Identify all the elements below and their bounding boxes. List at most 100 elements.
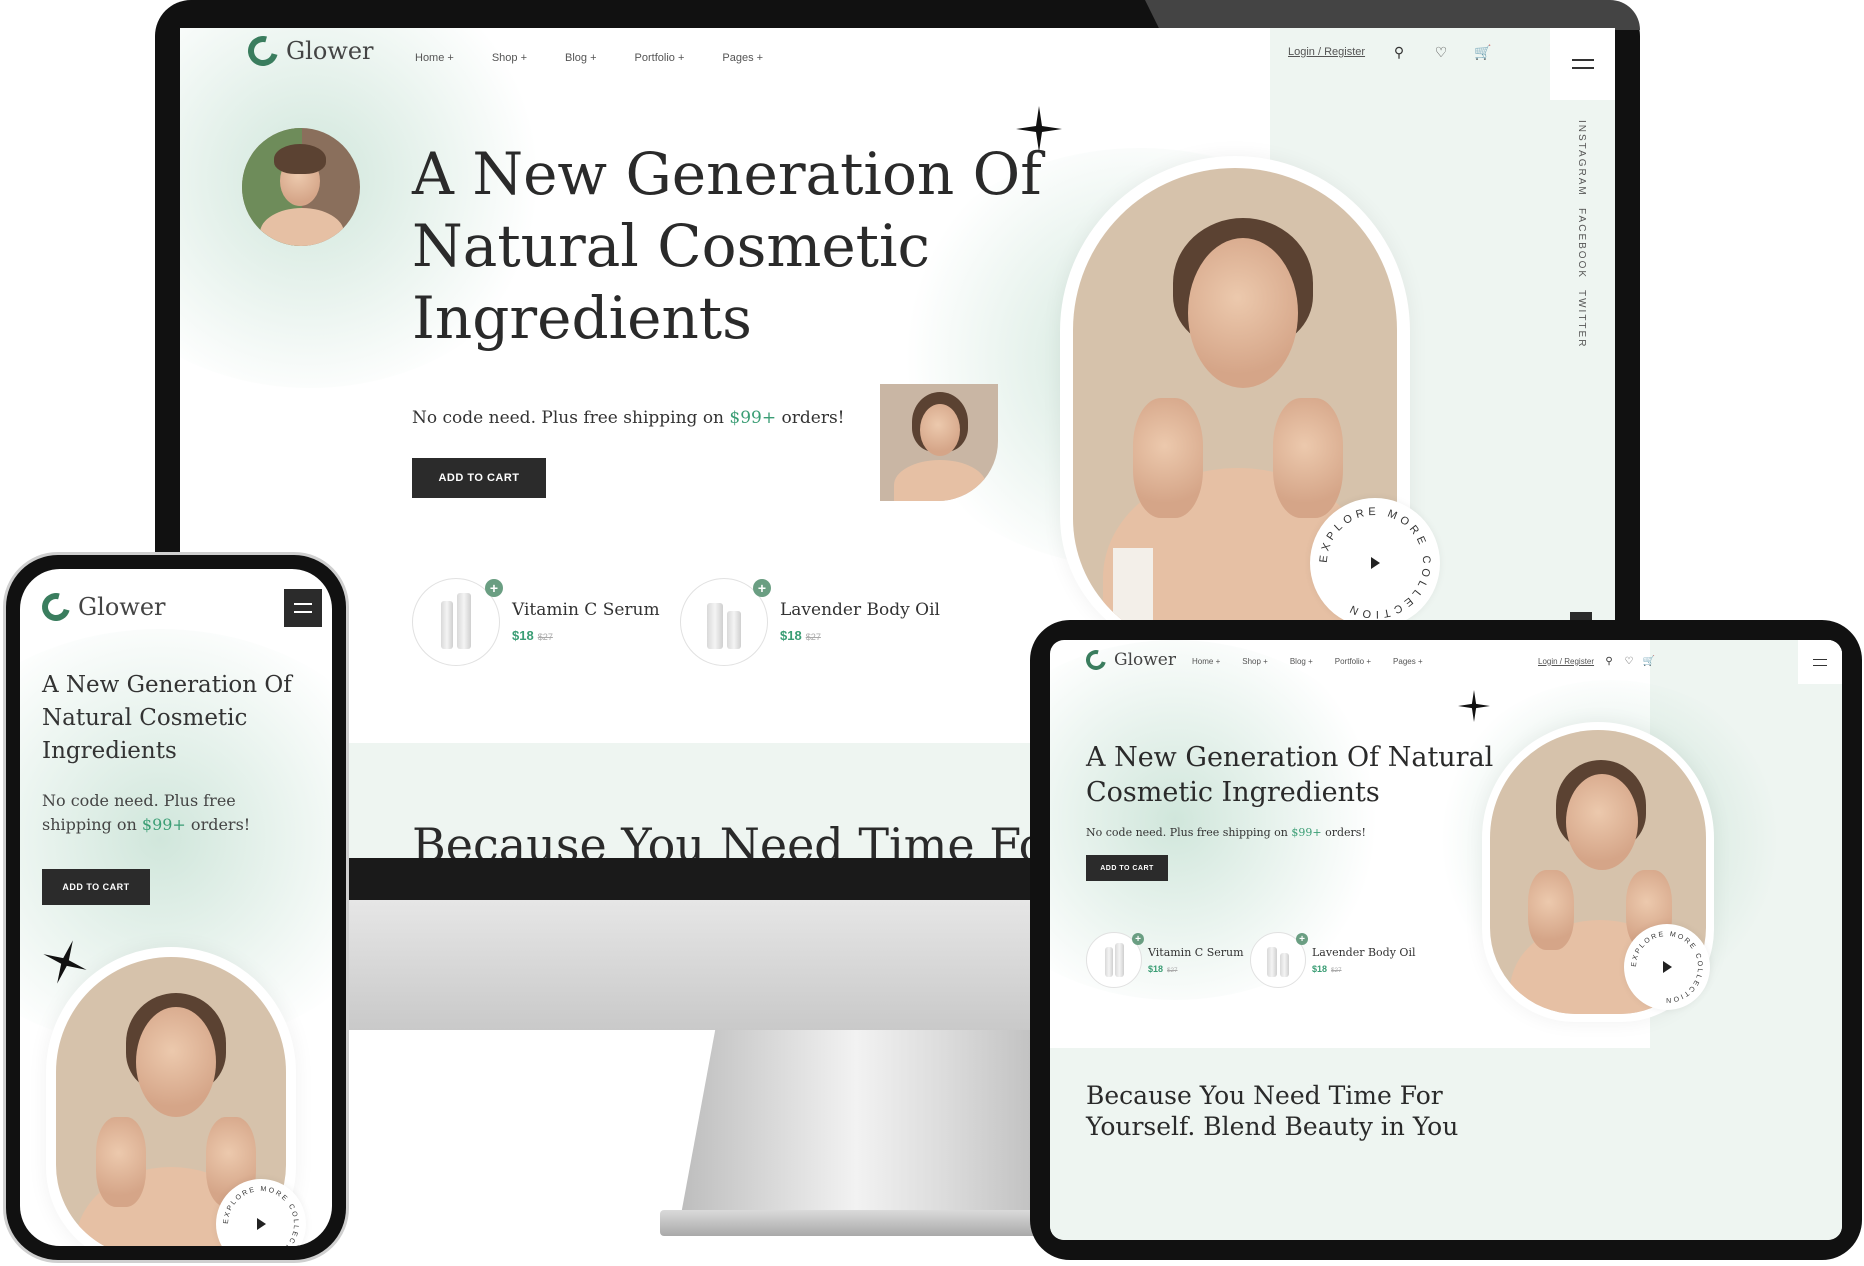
section-title: Because You Need Time For Yourself. Blen… xyxy=(1086,1080,1458,1142)
add-to-cart-button[interactable]: ADD TO CART xyxy=(1086,855,1168,881)
hero-title-line: Natural Cosmetic xyxy=(42,705,248,731)
logo[interactable]: Glower xyxy=(1082,646,1176,674)
menu-button[interactable] xyxy=(1550,28,1615,100)
nav-portfolio[interactable]: Portfolio xyxy=(635,52,685,64)
product-item[interactable]: + Lavender Body Oil $18 $27 xyxy=(1250,932,1430,992)
add-to-cart-button[interactable]: ADD TO CART xyxy=(412,458,546,498)
product-thumb: + xyxy=(1250,932,1308,988)
product-thumb: + xyxy=(1086,932,1144,988)
hero-title: A New Generation Of Natural Cosmetic Ing… xyxy=(412,138,1042,354)
nav-blog[interactable]: Blog xyxy=(1290,657,1313,666)
product-name: Vitamin C Serum xyxy=(512,600,660,620)
phone-device: Glower A New Generation Of Natural Cosme… xyxy=(6,555,346,1260)
hero-subtitle: No code need. Plus free shipping on $99+… xyxy=(1086,826,1366,839)
section-mint xyxy=(1050,1048,1842,1240)
product-item[interactable]: + Vitamin C Serum $18 $27 xyxy=(412,578,662,668)
nav-pages[interactable]: Pages xyxy=(722,52,763,64)
brand-name: Glower xyxy=(286,37,374,65)
hero-title-line: Cosmetic Ingredients xyxy=(1086,777,1380,808)
menu-icon xyxy=(1571,59,1594,69)
login-register-link[interactable]: Login / Register xyxy=(1288,46,1365,58)
menu-button[interactable] xyxy=(1798,640,1842,684)
explore-collection-button[interactable]: EXPLORE MORE COLLECTION xyxy=(1624,924,1710,1010)
nav-blog[interactable]: Blog xyxy=(565,52,597,64)
hero-title-line: Ingredients xyxy=(42,738,177,764)
svg-text:EXPLORE MORE COLLECTION: EXPLORE MORE COLLECTION xyxy=(223,1186,299,1246)
nav-home[interactable]: Home xyxy=(415,52,454,64)
play-icon xyxy=(256,1218,266,1230)
nav-shop[interactable]: Shop xyxy=(492,52,527,64)
product-item[interactable]: + Vitamin C Serum $18 $27 xyxy=(1086,932,1246,992)
add-to-cart-button[interactable]: ADD TO CART xyxy=(42,869,150,905)
logo-leaf-icon xyxy=(1082,646,1110,674)
hero-title-line: Ingredients xyxy=(412,284,752,352)
hero-title: A New Generation Of Natural Cosmetic Ing… xyxy=(42,669,332,768)
explore-ring: EXPLORE MORE COLLECTION xyxy=(223,1186,299,1246)
nav-portfolio[interactable]: Portfolio xyxy=(1335,657,1371,666)
menu-button[interactable] xyxy=(284,589,322,627)
product-name: Lavender Body Oil xyxy=(1312,946,1416,959)
tablet-device: Glower Home Shop Blog Portfolio Pages Lo… xyxy=(1030,620,1862,1260)
phone-screen: Glower A New Generation Of Natural Cosme… xyxy=(20,569,332,1246)
explore-collection-button[interactable]: EXPLORE MORE COLLECTION xyxy=(216,1179,306,1246)
product-item[interactable]: + Lavender Body Oil $18 $27 xyxy=(680,578,940,668)
hero-title-line: A New Generation Of xyxy=(42,672,292,698)
hero-subtitle: No code need. Plus free shipping on $99+… xyxy=(412,408,845,428)
product-old-price: $27 xyxy=(537,632,553,642)
nav-shop[interactable]: Shop xyxy=(1242,657,1268,666)
hero-title-line: A New Generation Of xyxy=(412,140,1042,208)
section-title: Because You Need Time For xyxy=(412,818,1069,858)
brand-name: Glower xyxy=(1114,650,1176,670)
social-twitter[interactable]: TWITTER xyxy=(1576,290,1587,348)
product-price-row: $18 $27 xyxy=(512,628,553,643)
header-actions: Login / Register ⚲ ♡ 🛒 xyxy=(1288,44,1492,60)
logo-leaf-icon xyxy=(242,30,284,72)
hero-title: A New Generation Of Natural Cosmetic Ing… xyxy=(1086,740,1493,810)
product-price: $18 xyxy=(1312,964,1328,974)
hero-title-line: A New Generation Of Natural xyxy=(1086,742,1494,773)
social-instagram[interactable]: INSTAGRAM xyxy=(1576,120,1587,197)
search-icon[interactable]: ⚲ xyxy=(1391,44,1407,60)
plus-icon[interactable]: + xyxy=(753,579,771,597)
menu-icon xyxy=(1813,658,1827,666)
product-price-row: $18 $27 xyxy=(1312,964,1342,974)
heart-icon[interactable]: ♡ xyxy=(1624,653,1634,669)
social-links: INSTAGRAM FACEBOOK TWITTER xyxy=(1576,120,1596,360)
product-name: Vitamin C Serum xyxy=(1148,946,1244,959)
play-icon xyxy=(1662,961,1672,973)
sparkle-star-icon xyxy=(43,940,87,984)
sparkle-star-icon xyxy=(1016,106,1062,152)
cart-icon[interactable]: 🛒 xyxy=(1643,653,1655,669)
hero-subtitle: No code need. Plus free shipping on $99+… xyxy=(42,791,251,834)
login-register-link[interactable]: Login / Register xyxy=(1538,657,1594,666)
product-old-price: $27 xyxy=(1331,967,1342,974)
sparkle-star-icon xyxy=(1458,690,1490,722)
tablet-screen: Glower Home Shop Blog Portfolio Pages Lo… xyxy=(1050,640,1842,1240)
plus-icon[interactable]: + xyxy=(1132,933,1144,945)
site-header: Glower Home Shop Blog Portfolio Pages Lo… xyxy=(180,28,1615,116)
product-old-price: $27 xyxy=(805,632,821,642)
product-price: $18 xyxy=(780,628,802,643)
play-icon xyxy=(1370,557,1380,569)
explore-text: EXPLORE MORE COLLECTION xyxy=(223,1186,297,1246)
main-nav: Home Shop Blog Portfolio Pages xyxy=(1192,657,1423,666)
nav-home[interactable]: Home xyxy=(1192,657,1220,666)
product-price: $18 xyxy=(1148,964,1164,974)
product-price-row: $18 $27 xyxy=(780,628,821,643)
logo-leaf-icon xyxy=(36,587,76,627)
heart-icon[interactable]: ♡ xyxy=(1433,44,1449,60)
logo[interactable]: Glower xyxy=(242,30,374,72)
product-name: Lavender Body Oil xyxy=(780,600,940,620)
nav-pages[interactable]: Pages xyxy=(1393,657,1423,666)
plus-icon[interactable]: + xyxy=(1296,933,1308,945)
monitor-reflection xyxy=(1145,0,1640,30)
inline-photo xyxy=(880,384,998,501)
cart-icon[interactable]: 🛒 xyxy=(1474,44,1491,60)
social-facebook[interactable]: FACEBOOK xyxy=(1576,208,1587,279)
explore-collection-button[interactable]: EXPLORE MORE COLLECTION xyxy=(1310,498,1440,628)
search-icon[interactable]: ⚲ xyxy=(1604,653,1614,669)
section-title-line: Because You Need Time For xyxy=(1086,1081,1443,1110)
logo[interactable]: Glower xyxy=(36,587,166,627)
hero-title-line: Natural Cosmetic xyxy=(412,212,931,280)
plus-icon[interactable]: + xyxy=(485,579,503,597)
